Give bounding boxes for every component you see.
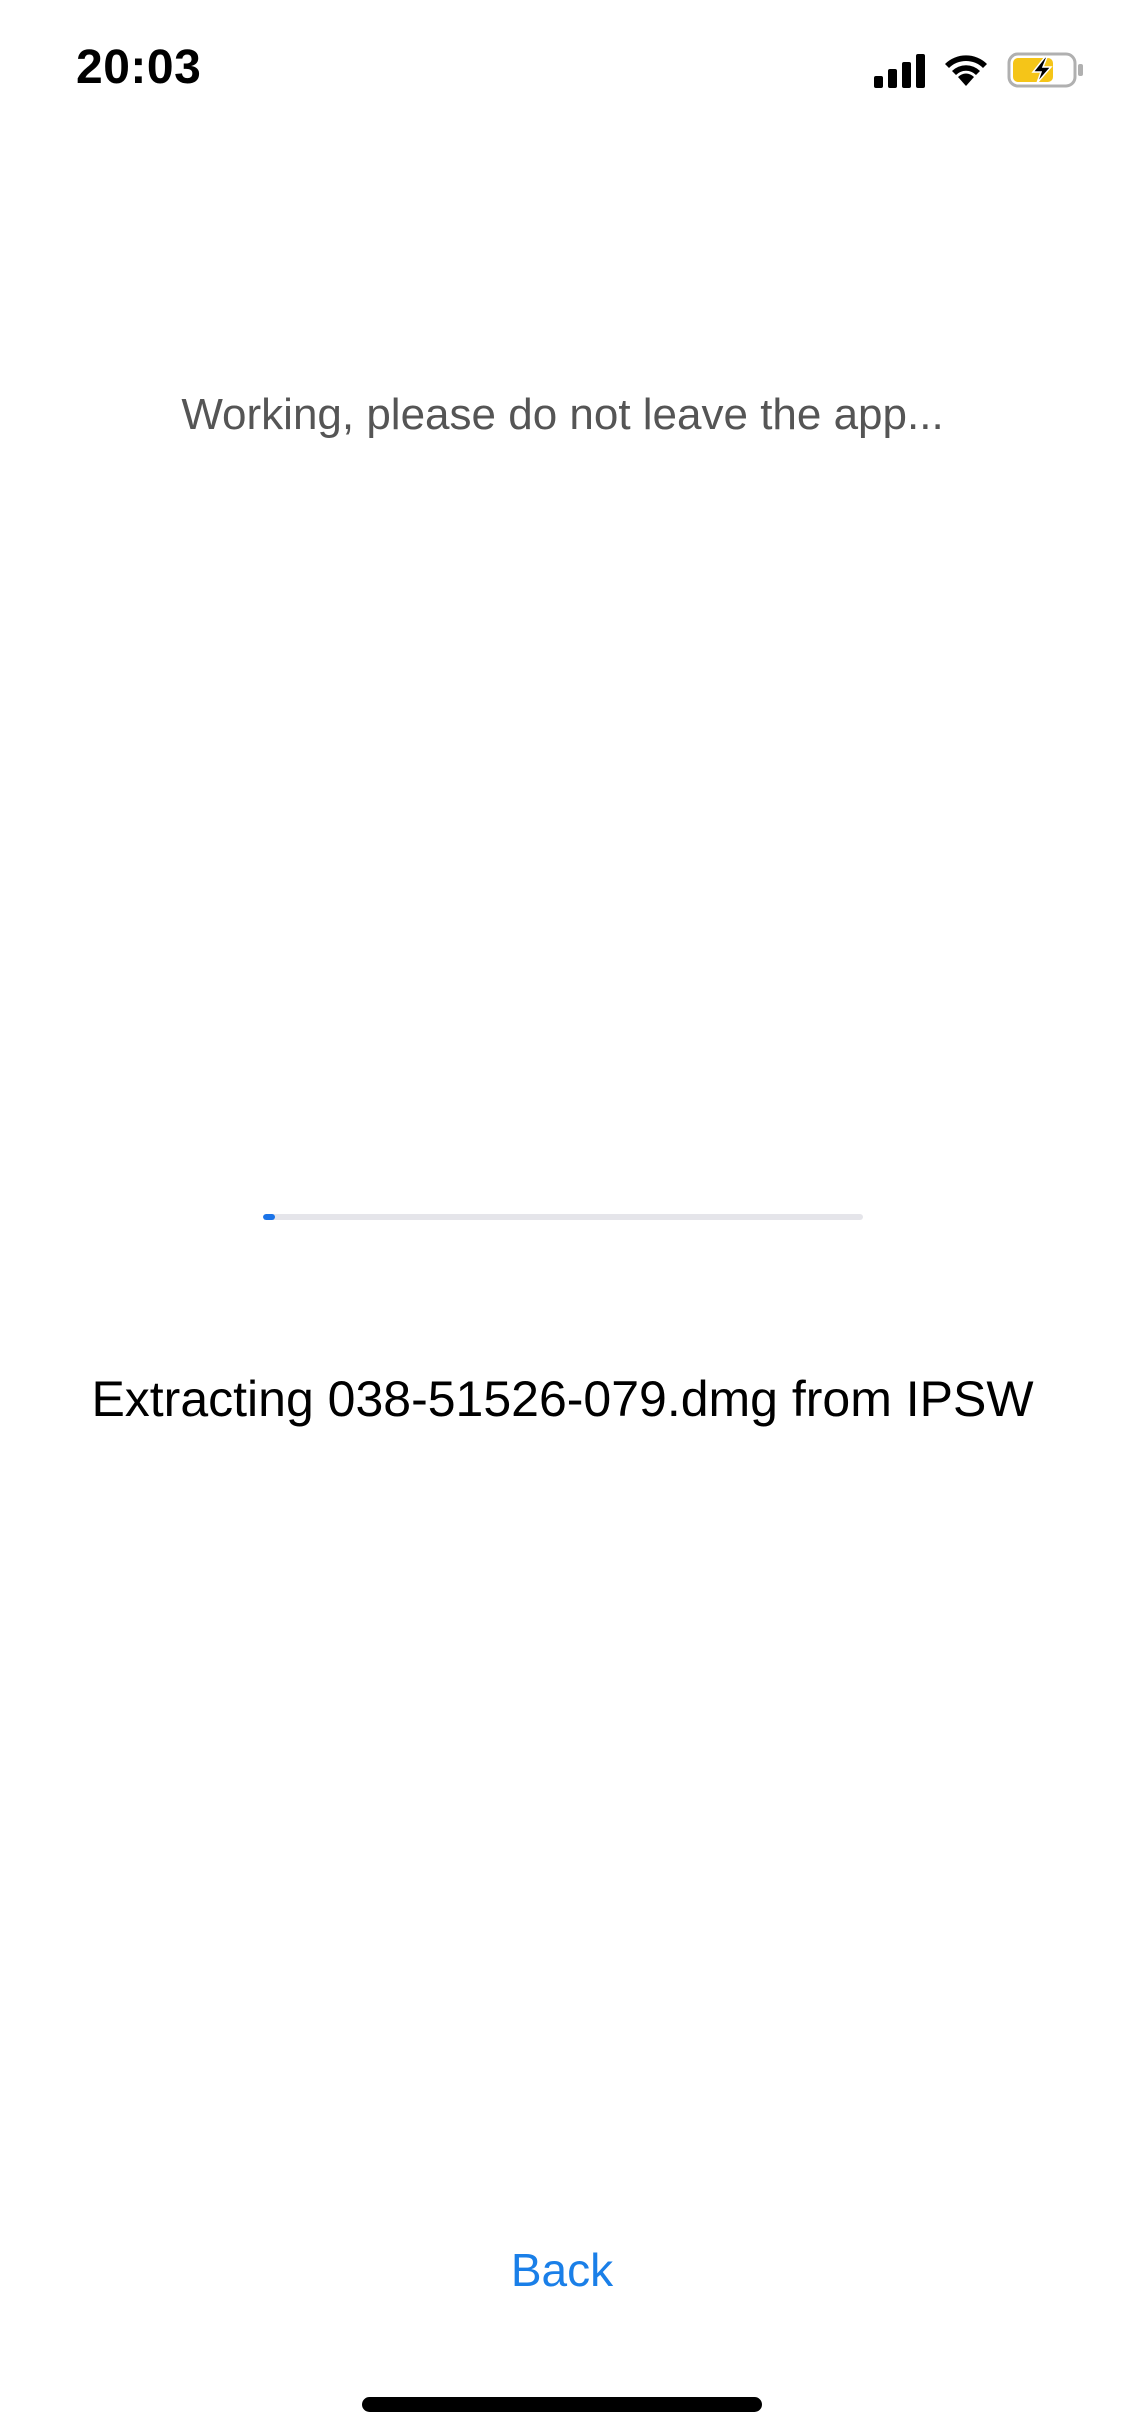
status-icons — [874, 48, 1085, 92]
extraction-progress-bar — [263, 1214, 863, 1220]
battery-charging-icon — [1007, 51, 1085, 89]
wifi-icon — [943, 52, 989, 88]
back-button[interactable]: Back — [462, 2230, 662, 2310]
home-indicator[interactable] — [362, 2397, 762, 2412]
status-bar: 20:03 — [0, 0, 1125, 132]
cellular-signal-icon — [874, 52, 925, 88]
status-time: 20:03 — [76, 41, 202, 94]
working-message: Working, please do not leave the app... — [181, 390, 944, 439]
progress-screen: 20:03 Working, please do not leave the a… — [0, 0, 1125, 2436]
progress-fill — [263, 1214, 275, 1220]
extraction-status-text: Extracting 038-51526-079.dmg from IPSW — [91, 1371, 1034, 1427]
